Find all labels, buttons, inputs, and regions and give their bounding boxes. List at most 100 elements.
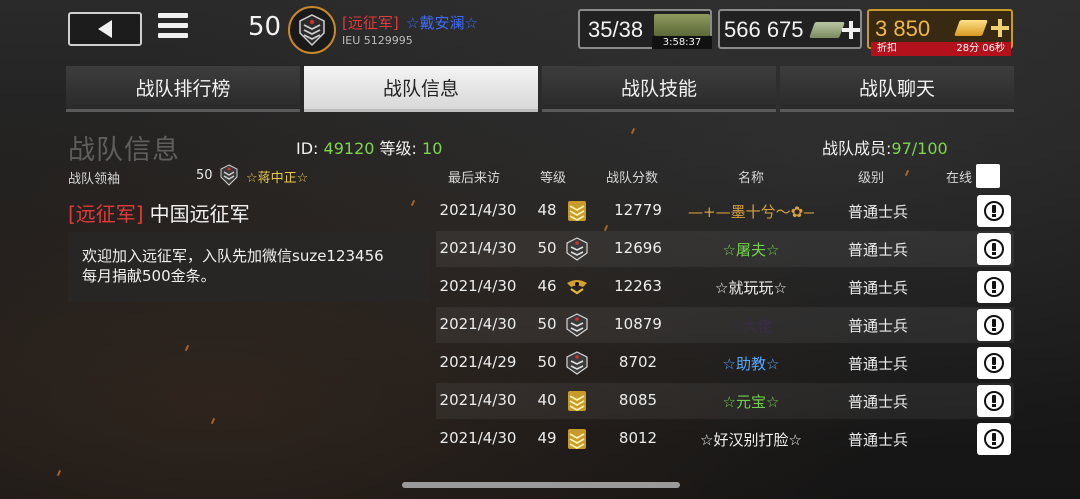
score-cell: 8085 [618,391,658,409]
tab-clan-chat[interactable]: 战队聊天 [780,66,1014,112]
online-filter-checkbox[interactable] [976,164,1000,188]
silver-star-icon [566,313,588,337]
table-row[interactable]: 2021/4/30 49 8012 ☆好汉别打脸☆ 普通士兵 [436,421,1014,457]
last-visit-cell: 2021/4/30 [439,239,517,257]
table-row[interactable]: 2021/4/30 50 10879 ☆大佬 普通士兵 [436,307,1014,343]
level-cell: 50 [537,315,557,333]
table-row[interactable]: 2021/4/30 50 12696 ☆屠夫☆ 普通士兵 [436,231,1014,267]
rank-cell: 普通士兵 [847,203,908,221]
members-table: 2021/4/30 48 12779 —+—墨十兮〜✿—☆ 普通士兵 2021/4/30 5… [436,193,1014,471]
silver-resource[interactable]: 566 675 [718,9,862,49]
energy-value: 35/38 [588,17,644,42]
member-name-cell[interactable]: ☆好汉别打脸☆ [688,429,814,450]
player-name: ☆戴安澜☆ [406,14,478,32]
info-icon [984,315,1004,335]
info-icon [984,391,1004,411]
table-row[interactable]: 2021/4/30 46 12263 ☆就玩玩☆ 普通士兵 [436,269,1014,305]
col-level: 等级 [540,171,567,186]
last-visit-cell: 2021/4/30 [439,391,517,409]
score-cell: 12696 [614,239,662,257]
info-icon [984,353,1004,373]
energy-resource[interactable]: 35/38 3:58:37 [578,9,712,49]
members-value: 97/100 [891,139,948,158]
members-label: 战队成员: [822,139,892,158]
member-name-cell[interactable]: ☆屠夫☆ [688,239,814,260]
gold-eagle-icon [566,275,588,299]
member-info-button[interactable] [977,233,1011,265]
clan-title: [远征军] 中国远征军 [68,198,250,227]
last-visit-cell: 2021/4/30 [439,201,517,219]
ember-spark [210,417,216,425]
tab-clan-skills[interactable]: 战队技能 [542,66,776,112]
discount-timer: 28分 06秒 [956,43,1005,54]
ember-spark [630,127,636,135]
level-cell: 50 [537,353,557,371]
id-label: ID: [296,139,319,158]
info-icon [984,277,1004,297]
level-cell: 49 [537,429,557,447]
top-bar: 50 [远征军] ☆戴安澜☆ IEU 5129995 35/38 3:58:37… [0,0,1080,60]
notice-line: 每月捐献500金条。 [82,267,216,285]
member-name-cell[interactable]: ☆元宝☆ [688,391,814,412]
leader-name[interactable]: ☆蒋中正☆ [246,167,308,186]
tab-bar: 战队排行榜 战队信息 战队技能 战队聊天 [66,66,1014,112]
col-rank: 级别 [858,171,885,186]
menu-button[interactable] [158,13,188,43]
score-cell: 8702 [618,353,658,371]
gold-chevron-icon [566,199,588,223]
member-name-cell[interactable]: —+—墨十兮〜✿—☆ [688,201,814,222]
silver-star-icon [566,351,588,375]
member-info-button[interactable] [977,271,1011,303]
gold-value: 3 850 [875,16,931,41]
member-info-button[interactable] [977,195,1011,227]
members-table-header: 最后来访 等级 战队分数 名称 级别 在线 [436,167,1014,187]
table-row[interactable]: 2021/4/29 50 8702 ☆助教☆ 普通士兵 [436,345,1014,381]
member-info-button[interactable] [977,309,1011,341]
back-arrow-icon [98,20,112,38]
col-last-visit: 最后来访 [448,171,501,186]
tab-clan-ranking[interactable]: 战队排行榜 [66,66,300,112]
level-cell: 50 [537,239,557,257]
col-name: 名称 [738,171,765,186]
rank-cell: 普通士兵 [847,393,908,411]
add-gold-plus-icon[interactable] [991,19,1009,37]
gold-chevron-icon [566,427,588,451]
member-info-button[interactable] [977,423,1011,455]
clan-notice: 欢迎加入远征军，入队先加微信suze123456 每月捐献500金条。 [68,232,430,302]
rank-cell: 普通士兵 [847,317,908,335]
notice-line: 欢迎加入远征军，入队先加微信suze123456 [82,247,384,265]
last-visit-cell: 2021/4/30 [439,429,517,447]
ember-spark [184,344,190,352]
add-silver-plus-icon[interactable] [842,21,860,39]
hamburger-icon [158,13,188,18]
member-name-cell[interactable]: ☆大佬 [688,315,814,336]
member-name-cell[interactable]: ☆助教☆ [688,353,814,374]
home-indicator[interactable] [402,482,680,488]
last-visit-cell: 2021/4/30 [439,315,517,333]
gold-chevron-icon [566,389,588,413]
member-info-button[interactable] [977,385,1011,417]
table-row[interactable]: 2021/4/30 48 12779 —+—墨十兮〜✿—☆ 普通士兵 [436,193,1014,229]
tab-clan-info[interactable]: 战队信息 [304,66,538,112]
member-info-button[interactable] [977,347,1011,379]
leader-rank-icon [220,164,238,186]
page-title: 战队信息 [68,135,180,166]
leader-label: 战队领袖 [68,172,121,187]
ember-spark [56,469,62,477]
last-visit-cell: 2021/4/30 [439,277,517,295]
table-row[interactable]: 2021/4/30 40 8085 ☆元宝☆ 普通士兵 [436,383,1014,419]
ember-spark [410,199,416,207]
avatar[interactable] [288,6,336,54]
discount-label: 折扣 [877,43,897,54]
level-cell: 48 [537,201,557,219]
back-button[interactable] [68,12,142,46]
info-icon [984,239,1004,259]
silver-value: 566 675 [724,17,804,42]
member-name-cell[interactable]: ☆就玩玩☆ [688,277,814,298]
clan-name: 中国远征军 [149,202,250,226]
player-level: 50 [248,12,282,42]
player-clan-tag: [远征军] [342,14,399,32]
score-cell: 8012 [618,429,658,447]
discount-banner[interactable]: 折扣 28分 06秒 [871,42,1011,56]
clan-id-level: ID: 49120 等级: 10 [296,135,442,159]
